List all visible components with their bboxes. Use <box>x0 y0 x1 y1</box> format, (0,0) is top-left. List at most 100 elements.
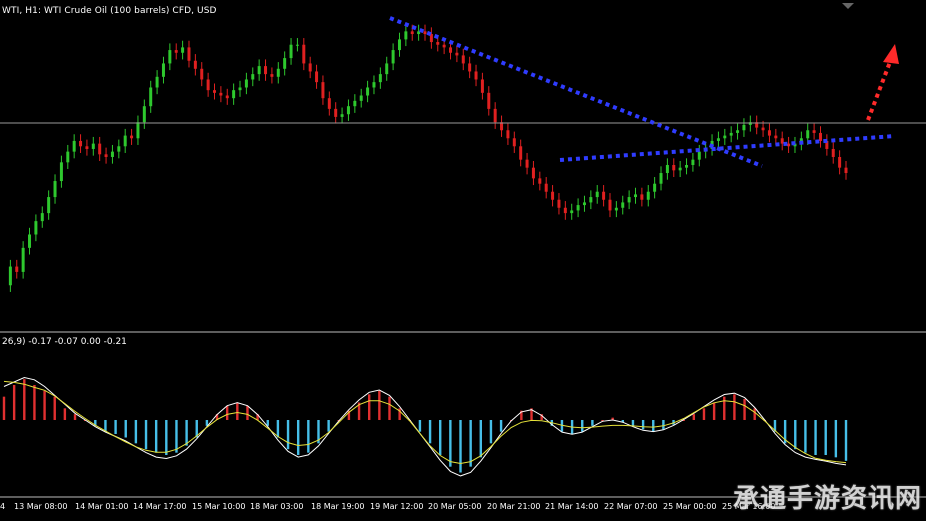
candle-body <box>289 44 293 59</box>
candle-body <box>219 92 223 96</box>
candle-body <box>410 31 414 35</box>
x-tick-label: 14 Mar 01:00 <box>75 502 129 511</box>
candle-body <box>79 140 83 147</box>
candle-body <box>8 266 12 286</box>
candle-body <box>21 247 25 272</box>
candle-body <box>283 58 287 69</box>
candle-body <box>697 151 701 160</box>
candle-body <box>812 130 816 133</box>
macd-bar <box>449 420 452 467</box>
macd-bar <box>418 420 422 432</box>
macd-bar <box>733 394 736 420</box>
macd-bar <box>2 396 6 420</box>
candle-body <box>640 194 644 200</box>
candle-body <box>557 199 561 208</box>
candle-body <box>646 191 650 200</box>
candle-body <box>136 122 140 139</box>
candle-body <box>480 79 484 93</box>
candle-body <box>123 135 127 147</box>
x-tick-label: 22 Mar 07:00 <box>604 502 658 511</box>
candle-body <box>225 95 229 99</box>
macd-bar <box>439 420 442 455</box>
candle-body <box>264 66 268 75</box>
candle-body <box>691 159 695 165</box>
x-tick-label: 13 Mar 08:00 <box>14 502 68 511</box>
x-tick-label: 4 <box>0 502 6 511</box>
candle-body <box>449 47 453 53</box>
candle-body <box>461 55 465 64</box>
x-tick-label: 15 Mar 10:00 <box>192 502 246 511</box>
x-tick-label: 20 Mar 05:00 <box>428 502 482 511</box>
candle-body <box>251 74 255 80</box>
candle-body <box>366 87 370 96</box>
macd-bar <box>53 396 56 420</box>
candle-body <box>404 31 408 40</box>
candle-body <box>678 167 682 171</box>
candle-body <box>321 82 325 99</box>
macd-bar <box>641 420 645 430</box>
candle-body <box>767 130 771 136</box>
candle-body <box>181 47 185 53</box>
macd-bar <box>327 420 330 432</box>
macd-bar <box>794 420 797 450</box>
candle-body <box>353 100 357 107</box>
candle-body <box>372 82 376 88</box>
candle-body <box>346 106 350 115</box>
candle-body <box>276 68 280 77</box>
candle-body <box>506 130 510 139</box>
candle-body <box>85 146 89 149</box>
macd-bar <box>743 399 746 420</box>
candle-body <box>308 63 312 72</box>
candle-body <box>818 132 822 141</box>
candle-body <box>442 44 446 48</box>
candle-body <box>512 138 516 147</box>
candle-body <box>155 76 159 88</box>
candle-body <box>665 165 669 174</box>
candle-body <box>161 63 165 77</box>
candle-body <box>576 205 580 211</box>
candle-body <box>519 146 523 160</box>
candle-body <box>570 210 574 214</box>
macd-bar <box>225 406 229 420</box>
candle-body <box>493 108 497 123</box>
macd-bar <box>388 396 391 420</box>
candle-body <box>302 44 306 64</box>
candle-body <box>130 135 134 139</box>
candle-body <box>423 31 427 35</box>
x-tick-label: 18 Mar 19:00 <box>311 502 365 511</box>
macd-bar <box>723 396 726 420</box>
x-tick-label: 19 Mar 12:00 <box>370 502 424 511</box>
macd-bar <box>63 408 67 420</box>
candle-body <box>397 39 401 51</box>
candle-body <box>538 178 542 184</box>
candle-body <box>200 68 204 80</box>
candle-body <box>736 130 740 133</box>
candle-body <box>621 202 625 208</box>
macd-bar <box>154 420 158 453</box>
candle-body <box>110 151 114 157</box>
candle-body <box>685 165 689 168</box>
candle-body <box>91 143 95 149</box>
macd-bar <box>428 420 432 444</box>
candle-body <box>729 132 733 136</box>
candle-body <box>117 146 121 152</box>
candle-body <box>723 135 727 139</box>
macd-bar <box>652 420 655 432</box>
macd-bar <box>753 408 756 420</box>
candle-body <box>563 207 567 214</box>
candle-body <box>340 114 344 117</box>
candle-body <box>174 50 178 53</box>
candle-body <box>780 138 784 144</box>
macd-bar <box>185 420 188 446</box>
macd-bar <box>175 420 178 453</box>
macd-bar <box>692 414 696 420</box>
candle-body <box>238 87 242 91</box>
macd-bar <box>236 402 239 420</box>
macd-bar <box>499 420 503 432</box>
macd-bar <box>459 420 462 473</box>
x-tick-label: 25 Mar 00:00 <box>663 502 717 511</box>
macd-bar <box>43 390 46 420</box>
candle-body <box>187 47 191 61</box>
candle-body <box>193 60 197 69</box>
macd-bar <box>702 408 706 420</box>
